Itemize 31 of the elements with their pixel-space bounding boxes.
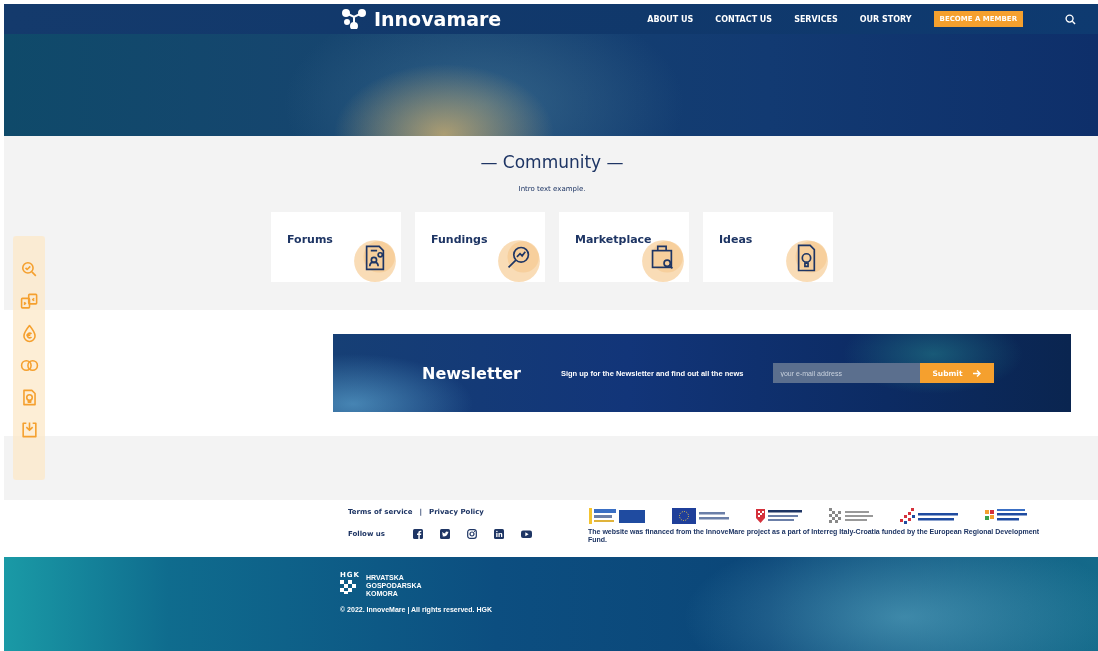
card-title: Marketplace bbox=[575, 233, 652, 246]
community-card[interactable]: Marketplace bbox=[559, 212, 689, 282]
partner-logo bbox=[589, 508, 645, 524]
community-card[interactable]: Forums bbox=[271, 212, 401, 282]
nav-link[interactable]: OUR STORY bbox=[859, 14, 912, 24]
nav-link[interactable]: ABOUT US bbox=[647, 14, 694, 24]
linkedin-icon[interactable] bbox=[493, 529, 505, 539]
instagram-icon[interactable] bbox=[466, 529, 478, 539]
partner-logo bbox=[829, 508, 873, 524]
arrow-icon bbox=[972, 369, 981, 377]
site-logo[interactable]: Innovamare bbox=[374, 8, 502, 30]
partner-logo bbox=[672, 508, 729, 524]
community-card[interactable]: Fundings bbox=[415, 212, 545, 282]
card-title: Forums bbox=[287, 233, 333, 246]
section-title: — Community — bbox=[480, 152, 624, 172]
card-title: Ideas bbox=[719, 233, 753, 246]
card-title: Fundings bbox=[431, 233, 488, 246]
partner-logo bbox=[985, 508, 1027, 524]
checkerboard-icon bbox=[340, 580, 358, 594]
facebook-icon[interactable] bbox=[412, 529, 424, 539]
community-card[interactable]: Ideas bbox=[703, 212, 833, 282]
nav-link[interactable]: SERVICES bbox=[794, 14, 838, 24]
youtube-icon[interactable] bbox=[520, 529, 532, 539]
search-check-icon[interactable] bbox=[19, 260, 39, 279]
twitter-icon[interactable] bbox=[439, 529, 451, 539]
nav-link[interactable]: CONTACT US bbox=[715, 14, 773, 24]
newsletter-title: Newsletter bbox=[422, 363, 521, 383]
logo-icon bbox=[342, 9, 366, 29]
partner-logo bbox=[900, 508, 958, 524]
search-icon[interactable] bbox=[1065, 13, 1077, 25]
partner-logo bbox=[756, 508, 802, 524]
